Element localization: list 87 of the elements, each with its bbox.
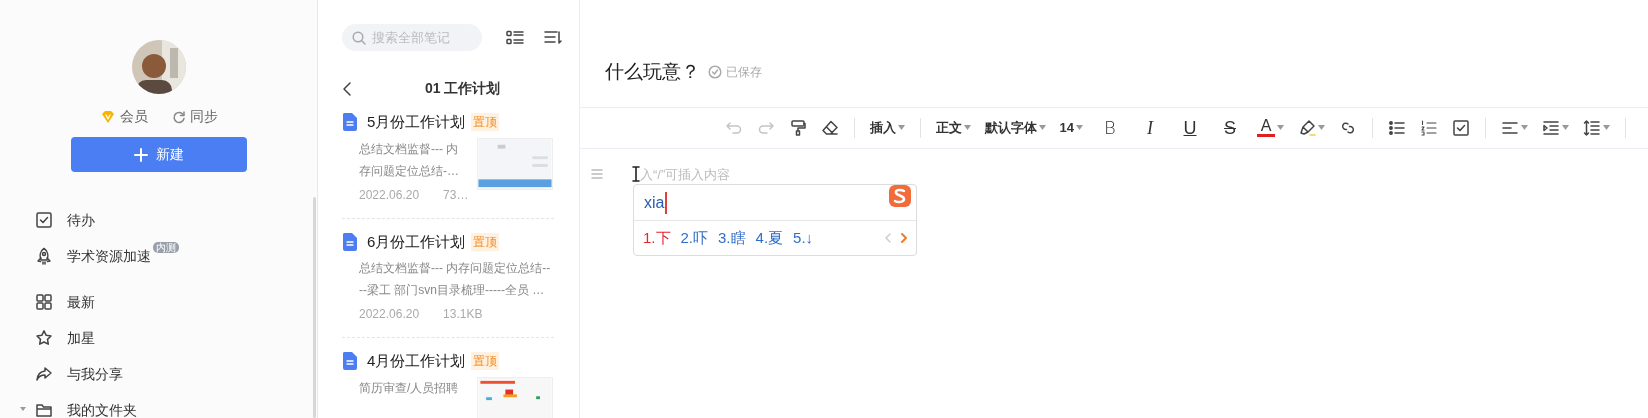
document-icon	[342, 232, 358, 251]
toolbar-button[interactable]: B	[1090, 112, 1130, 143]
note-size: 13.1KB	[443, 306, 483, 323]
note-date: 2022.06.20	[359, 186, 420, 204]
plus-icon	[133, 147, 148, 162]
star-icon	[35, 329, 53, 347]
back-icon[interactable]	[342, 80, 352, 97]
caret-icon	[1277, 125, 1284, 130]
check-circle-icon	[708, 65, 722, 80]
search-icon	[352, 30, 366, 45]
line-spacing-icon	[1583, 118, 1601, 137]
grid-icon	[35, 293, 53, 311]
toolbar-dropdown[interactable]: 正文	[928, 112, 978, 143]
search-field[interactable]: 搜索全部笔记	[372, 27, 472, 48]
sidebar-item[interactable]: 最新	[0, 284, 305, 320]
next-icon[interactable]	[900, 232, 908, 244]
list-view-icon[interactable]	[506, 29, 524, 46]
item-label: 待办	[67, 210, 95, 230]
document-icon	[342, 113, 358, 132]
text-color-button[interactable]: A	[1250, 112, 1291, 143]
toolbar-dropdown[interactable]: 14	[1052, 112, 1090, 143]
note-date: 2022.06.20	[359, 306, 420, 323]
ime-input[interactable]: xia	[644, 190, 665, 215]
item-label: 加星	[67, 328, 95, 348]
note-title: 4月份工作计划	[367, 351, 466, 371]
indent-icon	[1542, 118, 1560, 137]
sidebar-item[interactable]: 与我分享	[0, 356, 305, 392]
note-size: 73…	[443, 186, 469, 204]
note-snippet: 总结文档监督--- 内存问题定位总结----梁工 部门svn目录梳理-----全员 …	[359, 260, 552, 299]
toolbar-dropdown[interactable]: 插入	[862, 112, 912, 143]
note-card[interactable]: 5月份工作计划 置顶 总结文档监督--- 内存问题定位总结-… 2022.06.20 73…	[342, 99, 554, 219]
sidebar-item[interactable]: 加星	[0, 320, 305, 356]
item-label: 我的文件夹	[67, 400, 137, 418]
bullet-list-icon	[1388, 118, 1406, 137]
note-snippet: 总结文档监督--- 内存问题定位总结-…	[359, 140, 460, 180]
numbered-list-icon	[1420, 118, 1438, 137]
toolbar-button[interactable]: I	[1130, 112, 1170, 143]
caret-icon	[1076, 125, 1083, 130]
ime-candidate[interactable]: 2.吓	[675, 226, 714, 250]
item-label: 学术资源加速	[67, 246, 151, 266]
sidebar-item[interactable]: 我的文件夹	[0, 392, 305, 418]
highlighter-icon	[1298, 118, 1316, 137]
sort-icon[interactable]	[544, 29, 562, 46]
note-title: 6月份工作计划	[367, 231, 466, 252]
ime-candidate[interactable]: 1.下	[638, 226, 676, 250]
toolbar-button[interactable]: U	[1170, 112, 1210, 143]
item-label: 最新	[67, 292, 95, 312]
diamond-icon	[99, 109, 116, 124]
toolbar-button[interactable]: S	[1210, 112, 1250, 143]
ime-candidate[interactable]: 4.夏	[750, 226, 789, 250]
note-snippet: 简历审查/人员招聘	[359, 379, 460, 397]
search-box[interactable]: 搜索全部笔记	[342, 24, 482, 51]
sync-icon	[171, 109, 186, 124]
caret-icon	[1038, 125, 1046, 130]
pinned-tag: 置顶	[471, 113, 500, 132]
caret-icon	[963, 125, 971, 130]
share-icon	[35, 365, 53, 383]
pinned-tag: 置顶	[471, 232, 500, 251]
sidebar-item[interactable]: 待办	[0, 202, 305, 238]
note-title: 什么玩意？	[605, 60, 700, 84]
new-button[interactable]: 新建	[70, 137, 247, 172]
toolbar-dropdown[interactable]: 默认字体	[977, 112, 1053, 143]
note-card[interactable]: 4月份工作计划 置顶 简历审查/人员招聘	[342, 338, 554, 418]
rocket-icon	[35, 247, 53, 265]
checkbox-icon	[35, 211, 53, 229]
ime-candidate[interactable]: 3.瞎	[713, 226, 751, 250]
checkbox-icon	[1452, 118, 1470, 137]
note-title: 5月份工作计划	[367, 112, 466, 132]
folder-icon	[35, 401, 53, 418]
document-icon	[342, 352, 358, 371]
item-label: 与我分享	[67, 364, 123, 384]
sync-link[interactable]: 同步	[189, 106, 218, 127]
ime-candidate[interactable]: 5.↓	[788, 226, 819, 250]
note-card[interactable]: 6月份工作计划 置顶 总结文档监督--- 内存问题定位总结----梁工 部门svn目录梳理-----全员 … 2022.06.20 13.1KB	[342, 218, 554, 338]
sidebar-item[interactable]: 学术资源加速 内测	[0, 238, 305, 274]
text-caret	[665, 191, 668, 214]
pinned-tag: 置顶	[471, 352, 500, 371]
placeholder-text: 入“/”可插入内容	[640, 165, 731, 184]
drag-handle-icon[interactable]	[590, 168, 604, 181]
save-status: 已保存	[726, 64, 762, 82]
beta-badge: 内测	[153, 242, 179, 253]
eraser-icon	[820, 118, 839, 137]
caret-icon	[897, 125, 905, 130]
member-link[interactable]: 会员	[119, 106, 148, 127]
paint-roller-icon	[788, 118, 807, 137]
folder-title: 01 工作计划	[425, 79, 501, 98]
text-cursor-icon	[632, 166, 640, 183]
